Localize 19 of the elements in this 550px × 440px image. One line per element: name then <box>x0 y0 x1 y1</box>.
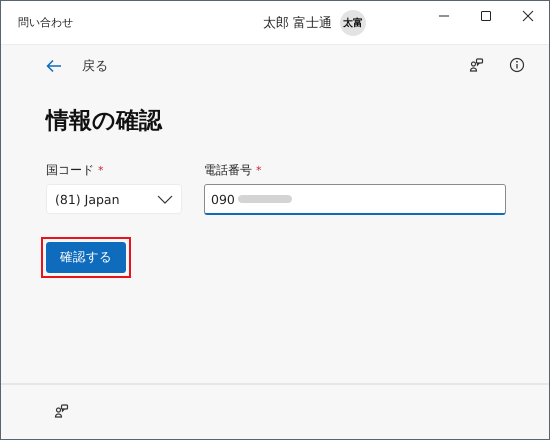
maximize-icon <box>480 10 492 22</box>
window-title: 問い合わせ <box>18 15 74 30</box>
chat-person-icon[interactable] <box>54 403 70 419</box>
confirm-button[interactable]: 確認する <box>46 242 126 273</box>
required-asterisk: * <box>256 164 262 177</box>
user-avatar[interactable]: 太富 <box>340 10 366 36</box>
close-icon <box>522 10 534 22</box>
back-arrow-icon <box>46 59 62 73</box>
chevron-down-icon <box>157 194 173 204</box>
field-label: 電話番号 <box>204 162 252 179</box>
info-icon[interactable] <box>509 57 525 73</box>
back-button[interactable]: 戻る <box>46 57 108 75</box>
chat-person-icon[interactable] <box>469 57 485 73</box>
country-code-select[interactable]: (81) Japan <box>46 184 182 214</box>
field-label: 国コード <box>46 162 94 179</box>
page-heading: 情報の確認 <box>46 107 164 136</box>
phone-number-field[interactable]: 090 <box>204 184 506 215</box>
user-name: 太郎 富士通 <box>263 14 332 32</box>
required-asterisk: * <box>98 164 104 177</box>
